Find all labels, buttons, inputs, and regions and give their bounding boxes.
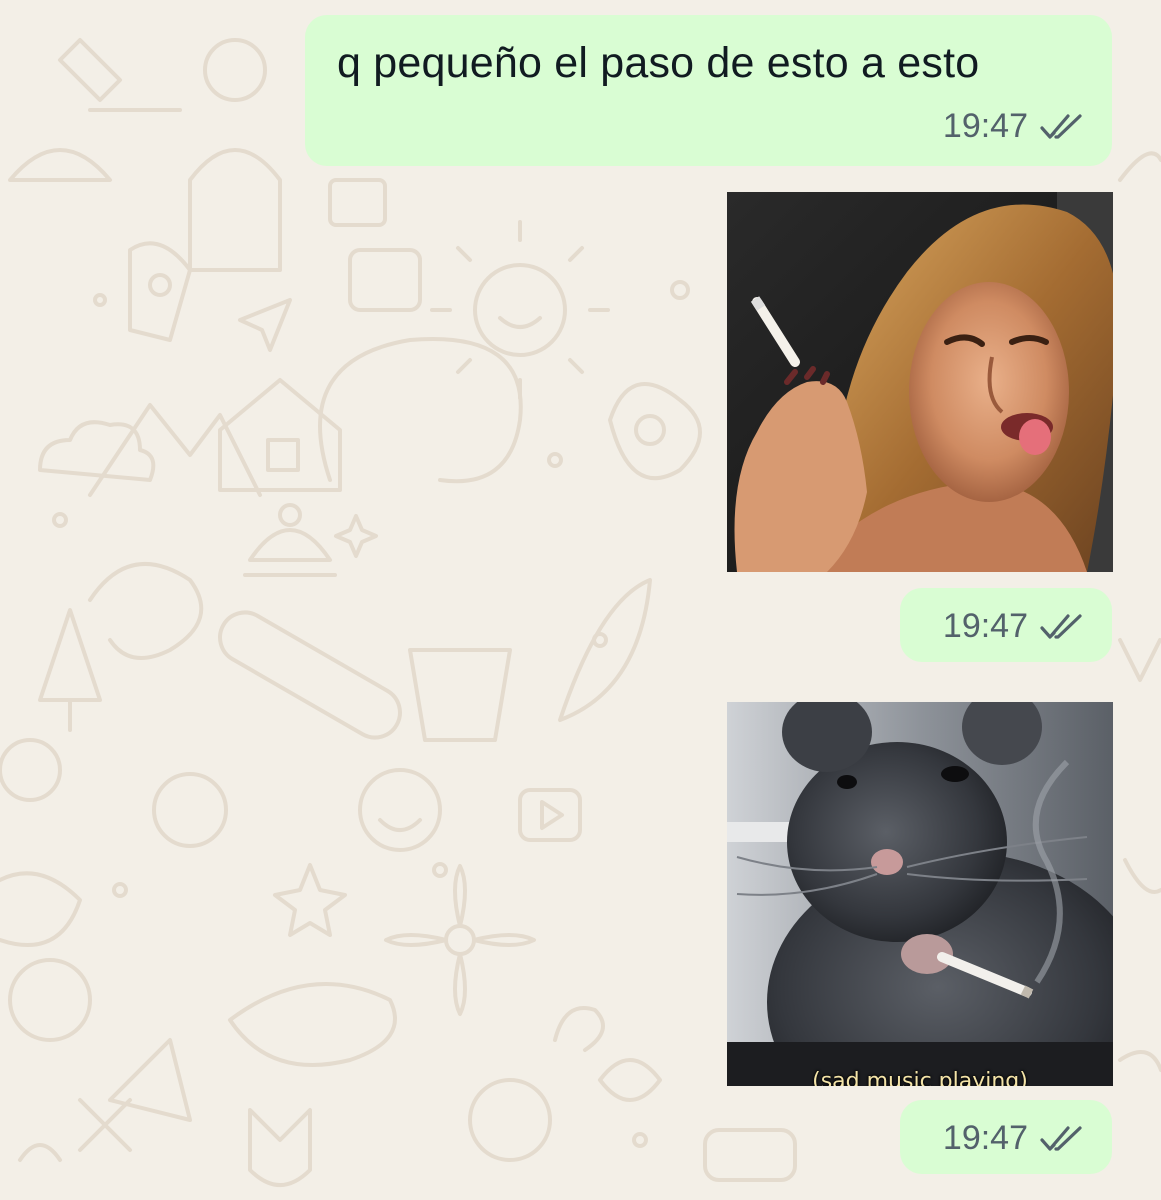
message-meta: 19:47 bbox=[943, 1119, 1084, 1158]
message-timestamp: 19:47 bbox=[942, 607, 1028, 645]
message-timestamp: 19:47 bbox=[942, 1119, 1028, 1157]
message-image-rat-smoking[interactable]: (sad music playing) bbox=[727, 702, 1113, 1086]
double-check-icon bbox=[1040, 1125, 1082, 1151]
message-timestamp: 19:47 bbox=[942, 107, 1028, 145]
double-check-icon bbox=[1040, 613, 1082, 639]
image-timestamp-bubble: 19:47 bbox=[900, 588, 1112, 662]
outgoing-message-bubble[interactable]: q pequeño el paso de esto a esto 19:47 bbox=[305, 15, 1112, 166]
message-text: q pequeño el paso de esto a esto bbox=[337, 39, 980, 87]
double-check-icon bbox=[1040, 113, 1082, 139]
image-caption: (sad music playing) bbox=[812, 1069, 1028, 1086]
message-meta: 19:47 bbox=[943, 607, 1084, 646]
image-timestamp-bubble: 19:47 bbox=[900, 1100, 1112, 1174]
woman-smoking-image bbox=[727, 192, 1113, 572]
message-meta: 19:47 bbox=[943, 107, 1084, 146]
rat-smoking-image bbox=[727, 702, 1113, 1086]
message-image-woman-smoking[interactable] bbox=[727, 192, 1113, 572]
